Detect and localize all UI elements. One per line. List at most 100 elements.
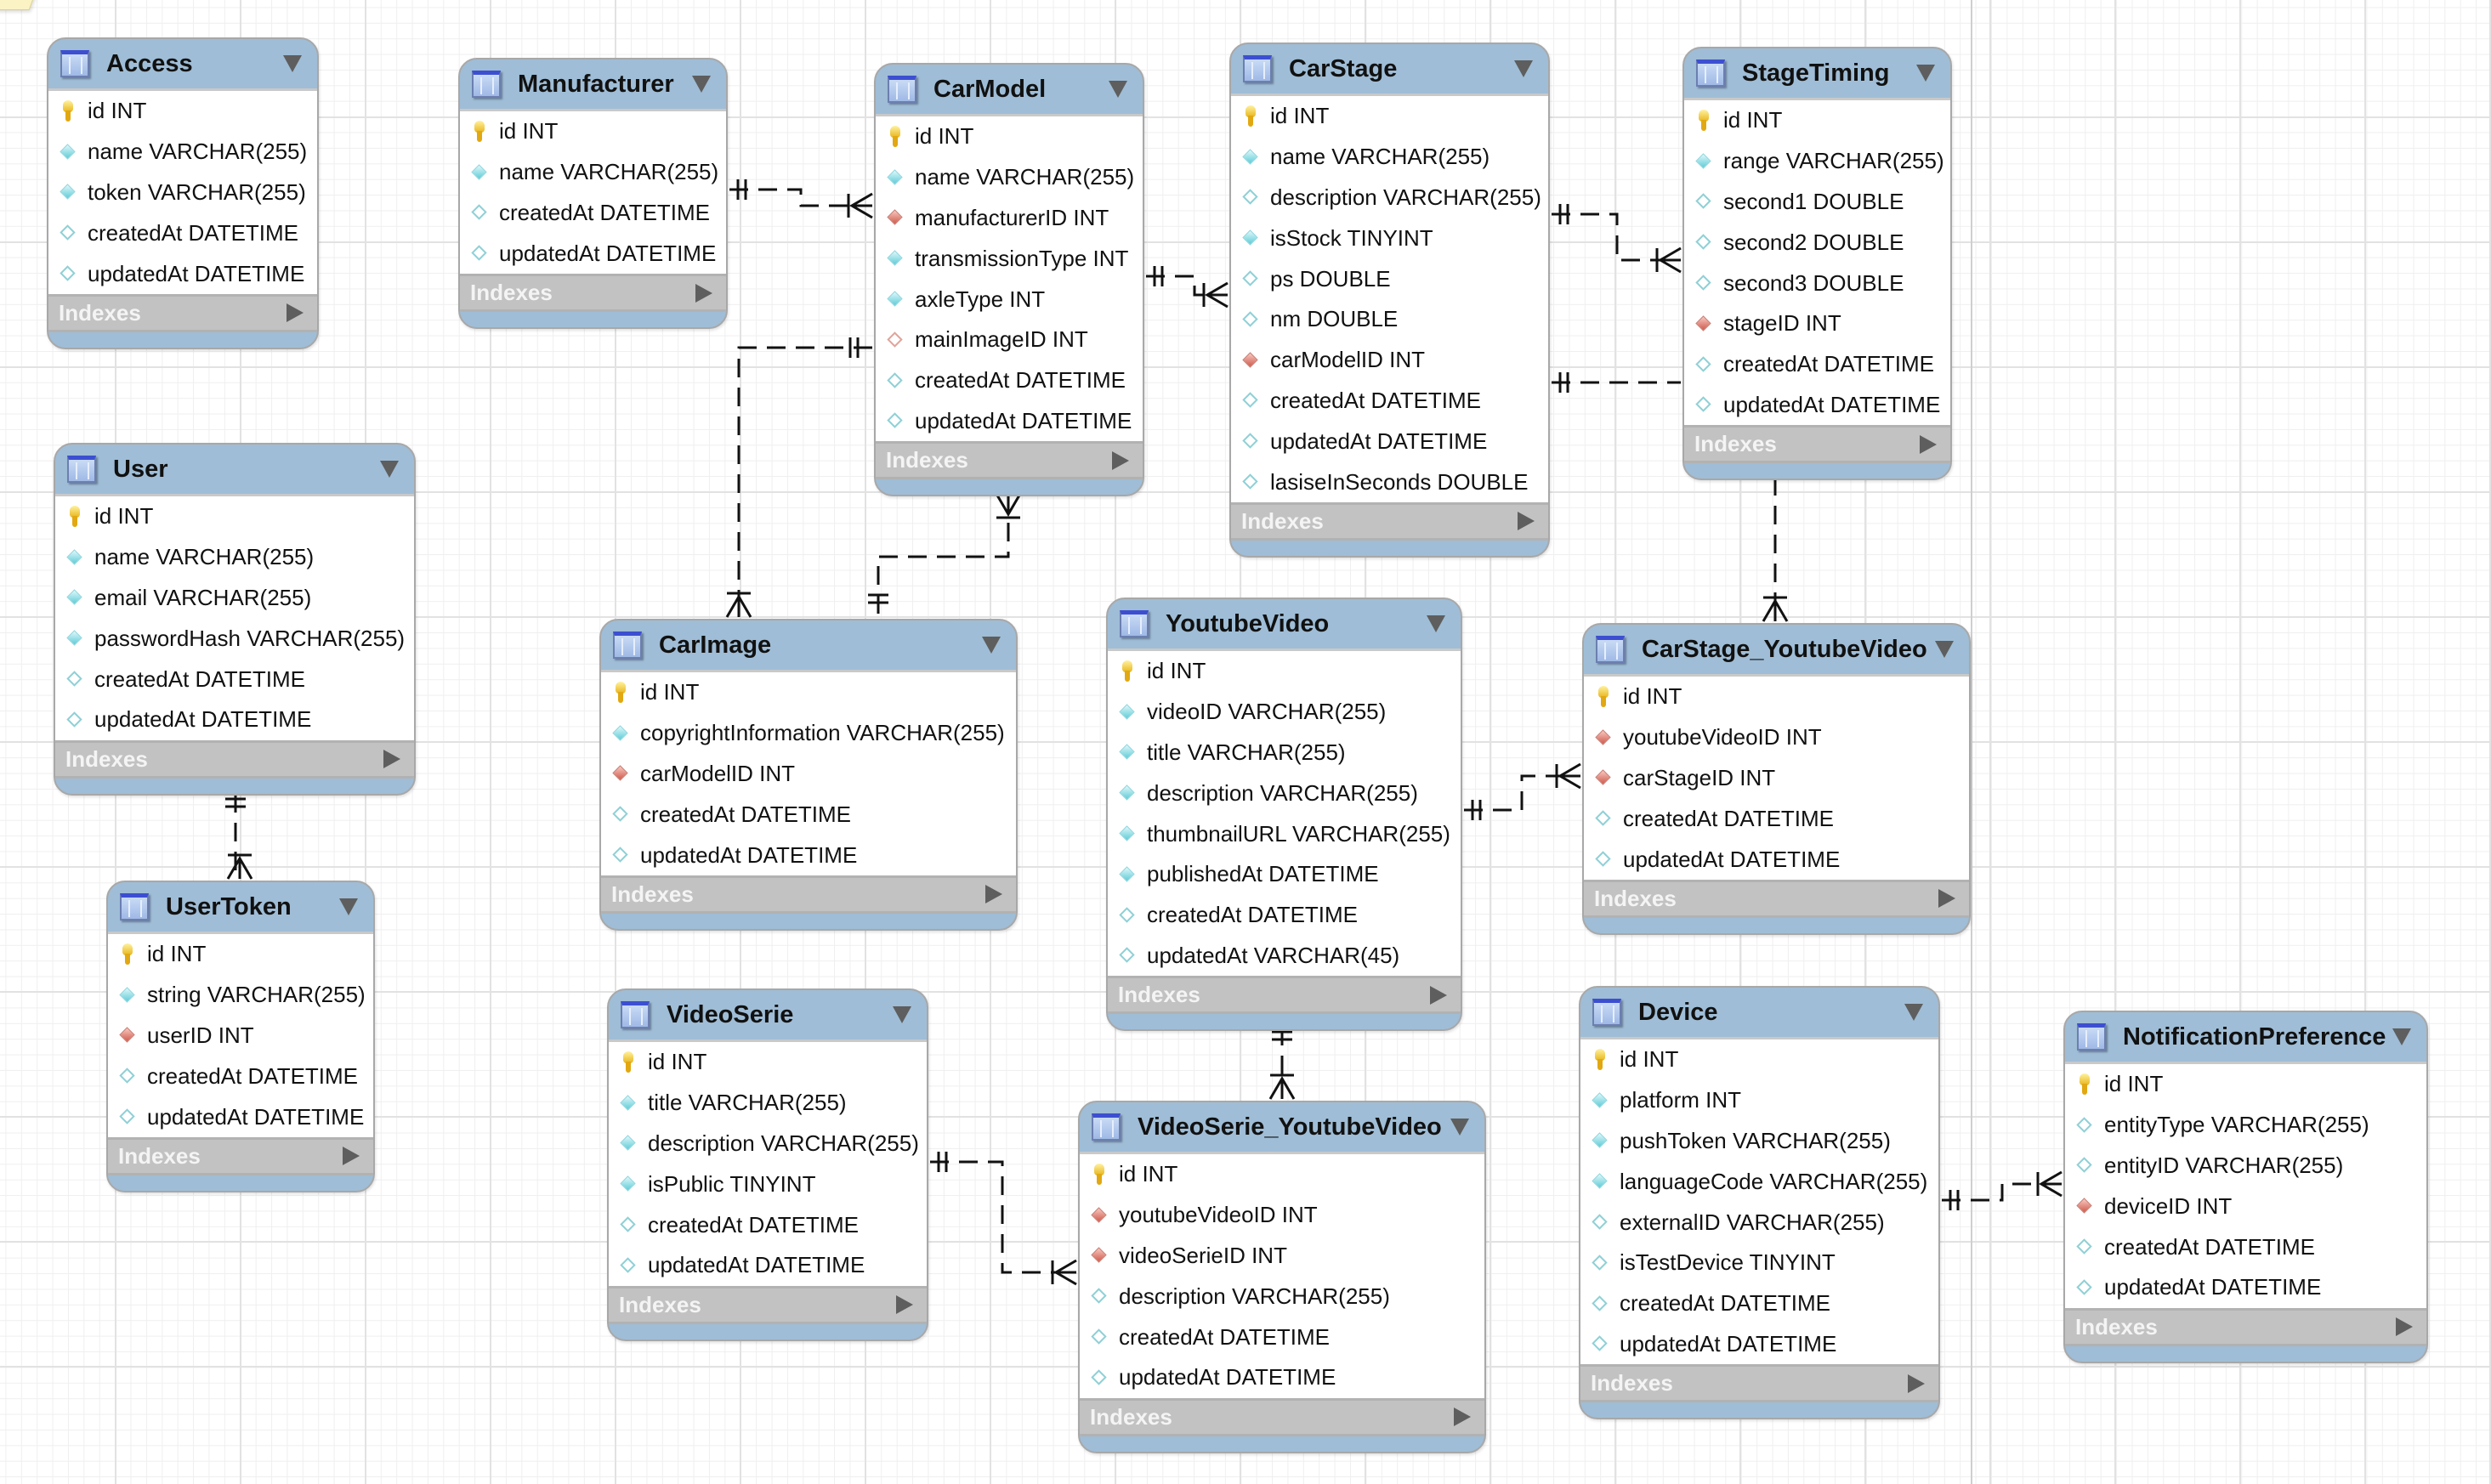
column-row[interactable]: updatedAt DATETIME [876, 401, 1143, 442]
table-header[interactable]: User [55, 445, 414, 496]
collapse-caret-icon[interactable] [339, 898, 358, 915]
column-row[interactable]: languageCode VARCHAR(255) [1580, 1161, 1938, 1202]
collapse-caret-icon[interactable] [1916, 65, 1935, 82]
table-header[interactable]: Device [1580, 988, 1938, 1039]
column-row[interactable]: publishedAt DATETIME [1108, 854, 1461, 895]
column-row[interactable]: id INT [601, 672, 1016, 713]
indexes-section[interactable]: Indexes [1684, 425, 1950, 464]
column-row[interactable]: id INT [2065, 1064, 2426, 1105]
column-row[interactable]: createdAt DATETIME [1108, 895, 1461, 936]
column-row[interactable]: id INT [55, 496, 414, 537]
column-row[interactable]: name VARCHAR(255) [460, 152, 726, 193]
collapse-caret-icon[interactable] [283, 55, 302, 72]
column-row[interactable]: createdAt DATETIME [460, 193, 726, 234]
sticky-note[interactable] [0, 0, 46, 10]
table-stagetiming[interactable]: StageTiming id INT range VARCHAR(255) secon… [1682, 47, 1952, 481]
column-row[interactable]: id INT [108, 934, 373, 975]
collapse-caret-icon[interactable] [692, 76, 711, 93]
table-device[interactable]: Device id INT platform INT pushToken VARCHA… [1579, 986, 1940, 1420]
column-row[interactable]: stageID INT [1684, 303, 1950, 344]
column-row[interactable]: title VARCHAR(255) [609, 1083, 927, 1124]
collapse-caret-icon[interactable] [893, 1006, 911, 1023]
column-row[interactable]: updatedAt DATETIME [1580, 1324, 1938, 1365]
table-header[interactable]: VideoSerie [609, 990, 927, 1042]
table-carimage[interactable]: CarImage id INT copyrightInformation VARCH… [599, 619, 1018, 931]
indexes-section[interactable]: Indexes [1580, 1364, 1938, 1403]
column-row[interactable]: id INT [1231, 96, 1548, 137]
column-row[interactable]: platform INT [1580, 1080, 1938, 1121]
expand-arrow-icon[interactable] [2396, 1317, 2413, 1337]
expand-arrow-icon[interactable] [1938, 889, 1955, 909]
column-row[interactable]: updatedAt VARCHAR(45) [1108, 936, 1461, 977]
column-row[interactable]: name VARCHAR(255) [55, 537, 414, 578]
indexes-section[interactable]: Indexes [1231, 501, 1548, 541]
column-row[interactable]: updatedAt DATETIME [601, 835, 1016, 875]
collapse-caret-icon[interactable] [2392, 1028, 2411, 1045]
column-row[interactable]: name VARCHAR(255) [1231, 137, 1548, 178]
column-row[interactable]: carModelID INT [1231, 340, 1548, 381]
table-user[interactable]: User id INT name VARCHAR(255) email VARCHAR… [54, 443, 416, 796]
table-youtubevideo[interactable]: YoutubeVideo id INT videoID VARCHAR(255) ti… [1106, 598, 1462, 1032]
table-videoserie[interactable]: VideoSerie id INT title VARCHAR(255) descri… [607, 988, 928, 1341]
table-header[interactable]: NotificationPreference [2065, 1012, 2426, 1064]
table-access[interactable]: Access id INT name VARCHAR(255) token VARCH… [47, 37, 319, 349]
column-row[interactable]: name VARCHAR(255) [876, 157, 1143, 198]
column-row[interactable]: id INT [1684, 100, 1950, 141]
column-row[interactable]: axleType INT [876, 279, 1143, 320]
column-row[interactable]: transmissionType INT [876, 238, 1143, 279]
expand-arrow-icon[interactable] [1920, 434, 1937, 454]
collapse-caret-icon[interactable] [1935, 641, 1954, 658]
column-row[interactable]: second3 DOUBLE [1684, 263, 1950, 303]
expand-arrow-icon[interactable] [896, 1295, 913, 1315]
column-row[interactable]: carStageID INT [1584, 758, 1969, 799]
table-usertoken[interactable]: UserToken id INT string VARCHAR(255) userID… [106, 881, 375, 1192]
expand-arrow-icon[interactable] [1518, 512, 1535, 531]
column-row[interactable]: createdAt DATETIME [1080, 1317, 1484, 1357]
table-header[interactable]: CarStage_YoutubeVideo [1584, 625, 1969, 677]
column-row[interactable]: token VARCHAR(255) [48, 173, 317, 213]
column-row[interactable]: updatedAt DATETIME [1231, 421, 1548, 462]
column-row[interactable]: description VARCHAR(255) [1108, 773, 1461, 813]
expand-arrow-icon[interactable] [1112, 450, 1129, 470]
table-carstage[interactable]: CarStage id INT name VARCHAR(255) descripti… [1229, 42, 1550, 558]
column-row[interactable]: name VARCHAR(255) [48, 132, 317, 173]
table-notificationpreference[interactable]: NotificationPreference id INT entityType V… [2063, 1011, 2428, 1363]
expand-arrow-icon[interactable] [695, 283, 712, 303]
column-row[interactable]: youtubeVideoID INT [1080, 1195, 1484, 1236]
column-row[interactable]: id INT [1108, 651, 1461, 692]
collapse-caret-icon[interactable] [380, 461, 399, 478]
table-videoserie_youtubevideo[interactable]: VideoSerie_YoutubeVideo id INT youtubeVide… [1078, 1101, 1486, 1453]
expand-arrow-icon[interactable] [1454, 1408, 1471, 1427]
column-row[interactable]: createdAt DATETIME [609, 1204, 927, 1245]
column-row[interactable]: deviceID INT [2065, 1186, 2426, 1226]
column-row[interactable]: id INT [1080, 1154, 1484, 1195]
column-row[interactable]: string VARCHAR(255) [108, 975, 373, 1016]
column-row[interactable]: createdAt DATETIME [601, 794, 1016, 835]
column-row[interactable]: description VARCHAR(255) [609, 1124, 927, 1164]
table-header[interactable]: YoutubeVideo [1108, 599, 1461, 651]
column-row[interactable]: email VARCHAR(255) [55, 578, 414, 619]
expand-arrow-icon[interactable] [383, 750, 400, 769]
column-row[interactable]: updatedAt DATETIME [2065, 1267, 2426, 1308]
table-header[interactable]: CarImage [601, 620, 1016, 672]
column-row[interactable]: createdAt DATETIME [1580, 1283, 1938, 1324]
collapse-caret-icon[interactable] [1427, 615, 1445, 632]
column-row[interactable]: createdAt DATETIME [55, 659, 414, 700]
column-row[interactable]: range VARCHAR(255) [1684, 141, 1950, 182]
table-carstage_youtubevideo[interactable]: CarStage_YoutubeVideo id INT youtubeVideoI… [1582, 623, 1971, 935]
column-row[interactable]: videoSerieID INT [1080, 1236, 1484, 1277]
indexes-section[interactable]: Indexes [108, 1136, 373, 1175]
column-row[interactable]: videoID VARCHAR(255) [1108, 692, 1461, 733]
column-row[interactable]: thumbnailURL VARCHAR(255) [1108, 813, 1461, 854]
column-row[interactable]: isPublic TINYINT [609, 1164, 927, 1204]
column-row[interactable]: id INT [1580, 1039, 1938, 1080]
column-row[interactable]: id INT [460, 111, 726, 152]
column-row[interactable]: updatedAt DATETIME [48, 253, 317, 294]
column-row[interactable]: passwordHash VARCHAR(255) [55, 618, 414, 659]
indexes-section[interactable]: Indexes [1108, 976, 1461, 1015]
column-row[interactable]: userID INT [108, 1016, 373, 1056]
table-header[interactable]: UserToken [108, 882, 373, 934]
column-row[interactable]: entityType VARCHAR(255) [2065, 1105, 2426, 1146]
column-row[interactable]: createdAt DATETIME [1231, 381, 1548, 422]
column-row[interactable]: createdAt DATETIME [1584, 798, 1969, 839]
